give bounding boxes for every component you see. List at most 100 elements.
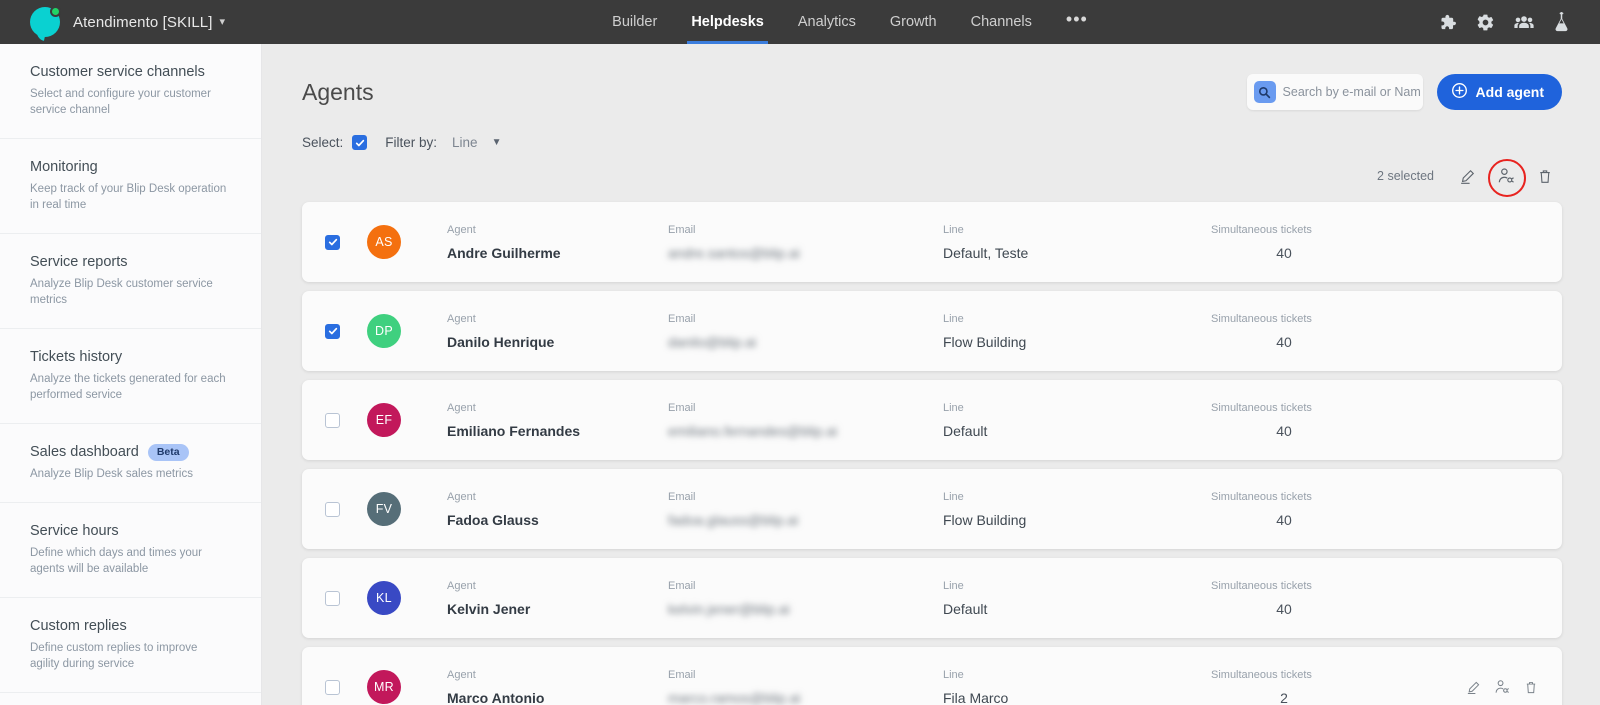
sidebar-item-sales-dashboard[interactable]: Sales dashboard Beta Analyze Blip Desk s…: [0, 424, 261, 503]
gear-icon[interactable]: [1476, 12, 1496, 32]
main-content: Agents Add agent: [262, 44, 1600, 705]
row-checkbox[interactable]: [325, 680, 340, 695]
sidebar-item-message-templates[interactable]: Message templates: [0, 693, 261, 705]
column-header-email: Email: [668, 669, 943, 681]
pencil-icon[interactable]: [1464, 678, 1482, 696]
agent-name: Kelvin Jener: [447, 601, 668, 617]
agent-line: Default: [943, 601, 1211, 617]
cell-tickets: Simultaneous tickets 40: [1211, 402, 1361, 439]
sidebar-item-desc: Select and configure your customer servi…: [30, 86, 230, 118]
sidebar-item-title: Service hours: [30, 521, 119, 541]
beta-badge: Beta: [148, 444, 189, 461]
cell-tickets: Simultaneous tickets 40: [1211, 491, 1361, 528]
row-checkbox[interactable]: [325, 413, 340, 428]
cell-email: Email fadoa.glauss@blip.ai: [668, 491, 943, 528]
row-checkbox[interactable]: [325, 235, 340, 250]
users-icon[interactable]: [1514, 12, 1534, 32]
blip-bubble-logo-icon: [30, 7, 60, 37]
column-header-email: Email: [668, 313, 943, 325]
flask-icon[interactable]: [1552, 12, 1572, 32]
agent-name: Fadoa Glauss: [447, 512, 668, 528]
search-input[interactable]: [1283, 85, 1421, 99]
chevron-down-icon[interactable]: ▾: [220, 17, 226, 28]
sidebar-item-custom-replies[interactable]: Custom replies Define custom replies to …: [0, 598, 261, 693]
cell-agent: Agent Andre Guilherme: [447, 224, 668, 261]
tab-analytics[interactable]: Analytics: [798, 0, 856, 44]
agent-email: emiliano.fernandes@blip.ai: [668, 423, 943, 439]
column-header-tickets: Simultaneous tickets: [1211, 224, 1361, 236]
brand-selector[interactable]: Atendimento [SKILL] ▾: [0, 0, 262, 44]
select-all-checkbox[interactable]: [352, 135, 367, 150]
table-row[interactable]: DP Agent Danilo Henrique Email danilo@bl…: [302, 291, 1562, 371]
sidebar-item-title: Service reports: [30, 252, 128, 272]
agent-email: andre.santos@blip.ai: [668, 245, 943, 261]
sidebar-item-customer-service-channels[interactable]: Customer service channels Select and con…: [0, 44, 261, 139]
agent-name: Danilo Henrique: [447, 334, 668, 350]
cell-tickets: Simultaneous tickets 40: [1211, 580, 1361, 617]
cell-tickets: Simultaneous tickets 40: [1211, 224, 1361, 261]
tab-builder[interactable]: Builder: [612, 0, 657, 44]
sidebar-item-desc: Analyze the tickets generated for each p…: [30, 371, 230, 403]
sidebar-item-tickets-history[interactable]: Tickets history Analyze the tickets gene…: [0, 329, 261, 424]
agent-tickets: 40: [1211, 512, 1357, 528]
avatar: FV: [367, 492, 401, 526]
cell-line: Line Fila Marco: [943, 669, 1211, 705]
cell-tickets: Simultaneous tickets 40: [1211, 313, 1361, 350]
agent-email: marco.ramos@blip.ai: [668, 690, 943, 705]
column-header-email: Email: [668, 224, 943, 236]
sidebar-item-service-hours[interactable]: Service hours Define which days and time…: [0, 503, 261, 598]
trash-icon[interactable]: [1534, 165, 1556, 187]
table-row[interactable]: EF Agent Emiliano Fernandes Email emilia…: [302, 380, 1562, 460]
app-root: Atendimento [SKILL] ▾ Builder Helpdesks …: [0, 0, 1600, 705]
tab-helpdesks-label: Helpdesks: [691, 14, 764, 30]
avatar: AS: [367, 225, 401, 259]
row-checkbox[interactable]: [325, 591, 340, 606]
add-agent-button[interactable]: Add agent: [1437, 74, 1562, 110]
agent-email: fadoa.glauss@blip.ai: [668, 512, 943, 528]
filter-value[interactable]: Line: [452, 135, 478, 150]
row-checkbox[interactable]: [325, 324, 340, 339]
sidebar-item-monitoring[interactable]: Monitoring Keep track of your Blip Desk …: [0, 139, 261, 234]
sidebar-item-desc: Define which days and times your agents …: [30, 545, 230, 577]
topbar-icon-group: [1438, 12, 1600, 32]
column-header-agent: Agent: [447, 580, 668, 592]
sidebar-navigation[interactable]: Customer service channels Select and con…: [0, 44, 262, 705]
column-header-email: Email: [668, 491, 943, 503]
select-label: Select:: [302, 135, 343, 150]
tab-growth[interactable]: Growth: [890, 0, 937, 44]
column-header-line: Line: [943, 491, 1211, 503]
puzzle-icon[interactable]: [1438, 12, 1458, 32]
user-settings-icon[interactable]: [1493, 678, 1511, 696]
more-tabs-button[interactable]: •••: [1066, 0, 1088, 44]
row-checkbox[interactable]: [325, 502, 340, 517]
table-row[interactable]: AS Agent Andre Guilherme Email andre.san…: [302, 202, 1562, 282]
sidebar-item-title: Tickets history: [30, 347, 122, 367]
cell-email: Email kelvin.jener@blip.ai: [668, 580, 943, 617]
page-title: Agents: [302, 79, 374, 106]
table-row[interactable]: FV Agent Fadoa Glauss Email fadoa.glauss…: [302, 469, 1562, 549]
cell-agent: Agent Danilo Henrique: [447, 313, 668, 350]
sidebar-item-title: Monitoring: [30, 157, 98, 177]
sidebar-item-desc: Define custom replies to improve agility…: [30, 640, 230, 672]
user-settings-icon[interactable]: [1495, 165, 1517, 187]
column-header-line: Line: [943, 313, 1211, 325]
table-row[interactable]: MR Agent Marco Antonio Email marco.ramos…: [302, 647, 1562, 705]
brand-name: Atendimento [SKILL]: [73, 14, 213, 31]
trash-icon[interactable]: [1522, 678, 1540, 696]
page-header: Agents Add agent: [262, 44, 1600, 110]
chevron-down-icon[interactable]: ▼: [492, 137, 502, 148]
avatar: EF: [367, 403, 401, 437]
column-header-agent: Agent: [447, 402, 668, 414]
tab-builder-label: Builder: [612, 14, 657, 30]
cell-email: Email danilo@blip.ai: [668, 313, 943, 350]
column-header-line: Line: [943, 580, 1211, 592]
sidebar-item-service-reports[interactable]: Service reports Analyze Blip Desk custom…: [0, 234, 261, 329]
search-box[interactable]: [1247, 74, 1423, 110]
tab-channels[interactable]: Channels: [971, 0, 1032, 44]
tab-helpdesks[interactable]: Helpdesks: [691, 0, 764, 44]
column-header-email: Email: [668, 580, 943, 592]
column-header-line: Line: [943, 402, 1211, 414]
pencil-icon[interactable]: [1456, 165, 1478, 187]
table-row[interactable]: KL Agent Kelvin Jener Email kelvin.jener…: [302, 558, 1562, 638]
agent-line: Fila Marco: [943, 690, 1211, 705]
